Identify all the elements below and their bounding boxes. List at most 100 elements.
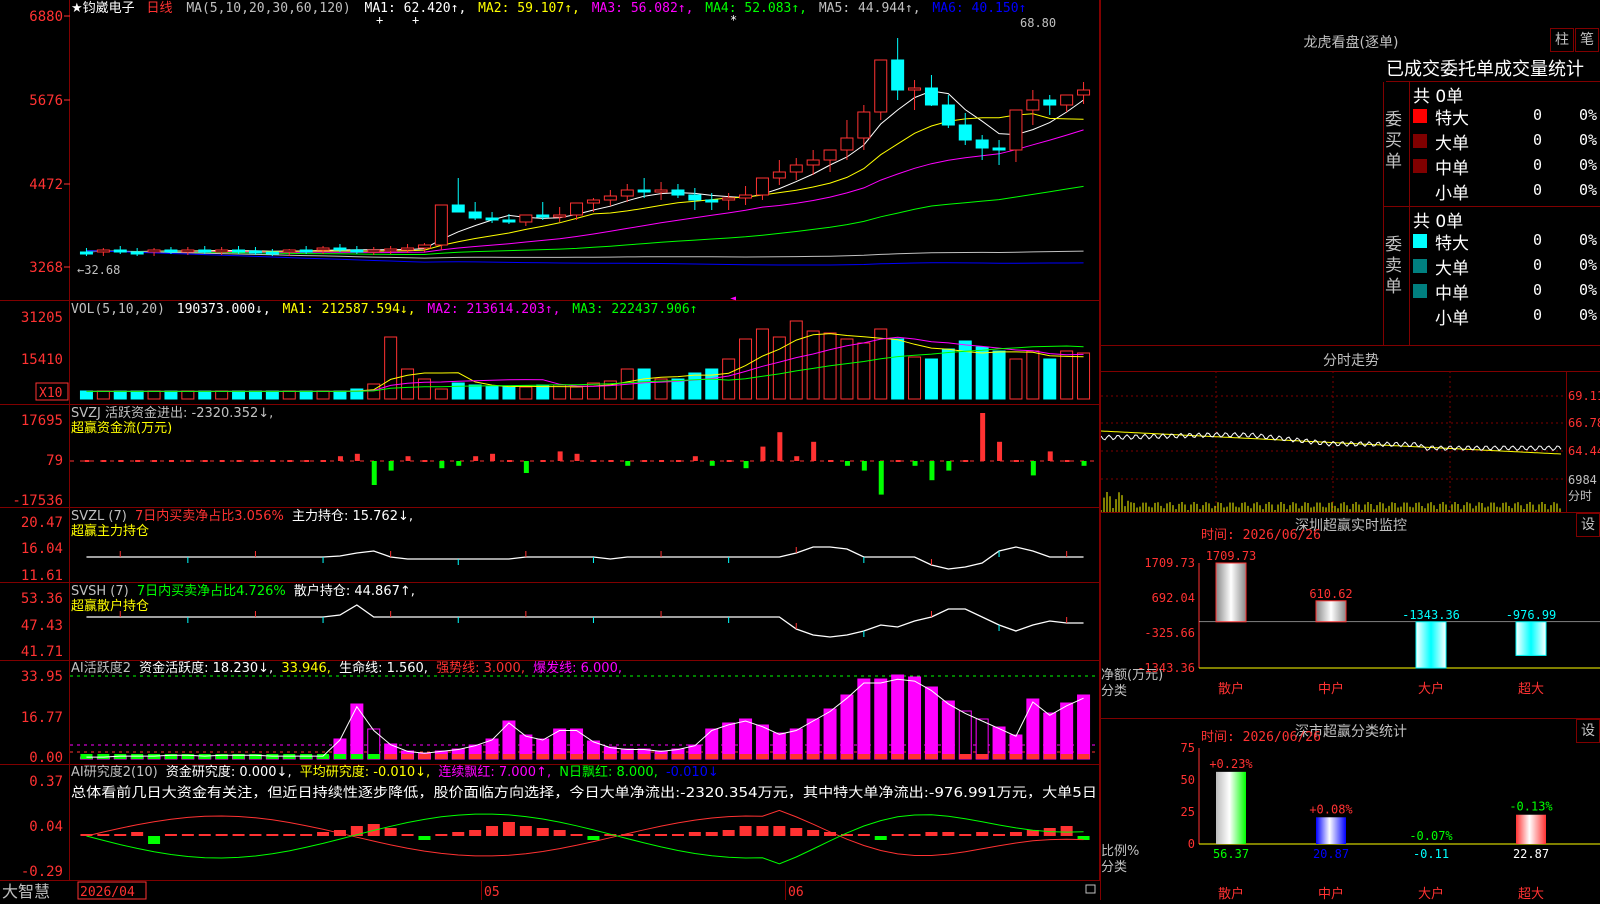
flow-bar bbox=[692, 456, 698, 461]
activity-base bbox=[959, 754, 972, 759]
volume-bar bbox=[451, 382, 465, 400]
candle-body[interactable] bbox=[265, 251, 279, 255]
main-chart-area[interactable]: 6880 5676 4472 3268 ★钧崴电子 日线 MA(5,10,20,… bbox=[0, 0, 1100, 901]
candle-body[interactable] bbox=[671, 189, 685, 196]
candle-body[interactable] bbox=[840, 137, 854, 151]
candle-body[interactable] bbox=[232, 249, 246, 253]
right-panel: 龙虎看盘(逐单) 柱 笔 已成交委托单成交量统计 委买单共 0单 特大 0 0% 大单 0… bbox=[1100, 0, 1600, 901]
candle-body[interactable] bbox=[806, 159, 820, 166]
candle-body[interactable] bbox=[823, 149, 837, 161]
volume-bar bbox=[857, 342, 871, 400]
candle-body[interactable] bbox=[198, 249, 212, 253]
candle-body[interactable] bbox=[248, 250, 262, 254]
candle-body[interactable] bbox=[941, 104, 955, 126]
candle-body[interactable] bbox=[451, 204, 465, 213]
candle-body[interactable] bbox=[401, 247, 415, 251]
candle-body[interactable] bbox=[975, 139, 989, 149]
tick-mode-button[interactable]: 笔 bbox=[1575, 28, 1599, 52]
candle-body[interactable] bbox=[992, 147, 1006, 151]
sz-class-axis-label: 25 bbox=[1181, 805, 1195, 819]
candle-body[interactable] bbox=[1026, 99, 1040, 111]
research-bar bbox=[418, 836, 431, 840]
candle-body[interactable] bbox=[705, 199, 719, 203]
candle-body[interactable] bbox=[333, 247, 347, 251]
candle-body[interactable] bbox=[1060, 94, 1074, 106]
candle-body[interactable] bbox=[536, 214, 550, 218]
candle-body[interactable] bbox=[1043, 99, 1057, 106]
orders-side-label: 委卖单 bbox=[1385, 235, 1402, 297]
sz-monitor-time: 时间: 2026/06/26 bbox=[1201, 528, 1321, 543]
candle-body[interactable] bbox=[417, 244, 431, 249]
volume-bar bbox=[1043, 358, 1057, 400]
candle-body[interactable] bbox=[96, 249, 110, 253]
candle-body[interactable] bbox=[384, 248, 398, 252]
activity-base bbox=[655, 754, 668, 759]
candle-body[interactable] bbox=[1009, 109, 1023, 151]
period-label[interactable]: 日线 bbox=[146, 1, 172, 16]
candle-body[interactable] bbox=[958, 124, 972, 141]
candle-body[interactable] bbox=[485, 217, 499, 221]
candle-body[interactable] bbox=[282, 249, 296, 253]
candle-body[interactable] bbox=[350, 249, 364, 253]
candle-body[interactable] bbox=[924, 87, 938, 106]
candle-body[interactable] bbox=[857, 111, 871, 139]
volume-bar bbox=[367, 383, 381, 400]
flow-bar bbox=[101, 460, 107, 462]
candle-body[interactable] bbox=[164, 249, 178, 253]
scroll-marker-icon[interactable]: ◄ bbox=[730, 293, 736, 304]
candle-body[interactable] bbox=[147, 249, 161, 253]
research-bar bbox=[587, 836, 600, 840]
candle-body[interactable] bbox=[908, 87, 922, 91]
candle-body[interactable] bbox=[434, 204, 448, 246]
candle-body[interactable] bbox=[586, 199, 600, 204]
candle-body[interactable] bbox=[130, 251, 144, 255]
candle-body[interactable] bbox=[654, 189, 668, 193]
color-swatch bbox=[1413, 259, 1427, 273]
intraday-chart[interactable]: 69.11 66.78 64.44 6984 分时 bbox=[1101, 346, 1600, 512]
candle-body[interactable] bbox=[789, 164, 803, 173]
candle-body[interactable] bbox=[739, 194, 753, 199]
sz-monitor-axis-label: 1709.73 bbox=[1144, 556, 1195, 570]
volume-bar bbox=[789, 320, 803, 400]
candle-body[interactable] bbox=[215, 249, 229, 253]
candle-body[interactable] bbox=[519, 214, 533, 223]
svzj-axis-label: -17536 bbox=[12, 493, 63, 509]
candlesticks[interactable] bbox=[79, 38, 1091, 256]
candle-body[interactable] bbox=[113, 249, 127, 253]
orders-side-label: 委买单 bbox=[1385, 110, 1402, 172]
candle-body[interactable] bbox=[316, 247, 330, 251]
candle-body[interactable] bbox=[603, 195, 617, 201]
candle-body[interactable] bbox=[891, 59, 905, 91]
candle-body[interactable] bbox=[468, 211, 482, 219]
candle-body[interactable] bbox=[79, 251, 93, 255]
activity-base bbox=[553, 754, 566, 759]
indicator-line bbox=[86, 604, 1084, 638]
candle-body[interactable] bbox=[1077, 89, 1091, 96]
candle-body[interactable] bbox=[755, 177, 769, 196]
research-bar bbox=[131, 832, 144, 836]
sz-class-value: 22.87 bbox=[1513, 847, 1549, 861]
bar-mode-button[interactable]: 柱 bbox=[1550, 28, 1574, 52]
sz-class-axis-label: 50 bbox=[1181, 773, 1195, 787]
candle-body[interactable] bbox=[637, 189, 651, 193]
research-bar bbox=[502, 822, 515, 836]
candle-body[interactable] bbox=[722, 197, 736, 201]
candle-body[interactable] bbox=[570, 202, 584, 216]
research-bar bbox=[215, 834, 228, 836]
candle-body[interactable] bbox=[502, 219, 516, 223]
candle-body[interactable] bbox=[367, 249, 381, 253]
volume-bar bbox=[637, 368, 651, 400]
candle-body[interactable] bbox=[620, 189, 634, 197]
candle-body[interactable] bbox=[688, 194, 702, 201]
candle-body[interactable] bbox=[874, 59, 888, 113]
sz-class-category: 大户 bbox=[1418, 886, 1444, 901]
candle-body[interactable] bbox=[181, 249, 195, 253]
candle-body[interactable] bbox=[299, 249, 313, 253]
volume-bar bbox=[840, 338, 854, 400]
volume-bar bbox=[722, 358, 736, 400]
intraday-panel[interactable]: 分时走势 69.11 66.78 64.44 6984 分时 bbox=[1101, 345, 1600, 512]
stock-chart-svg[interactable]: 6880 5676 4472 3268 ★钧崴电子 日线 MA(5,10,20,… bbox=[0, 0, 1100, 901]
candle-body[interactable] bbox=[772, 171, 786, 179]
candle-body[interactable] bbox=[553, 214, 567, 218]
flow-bar bbox=[625, 461, 631, 466]
